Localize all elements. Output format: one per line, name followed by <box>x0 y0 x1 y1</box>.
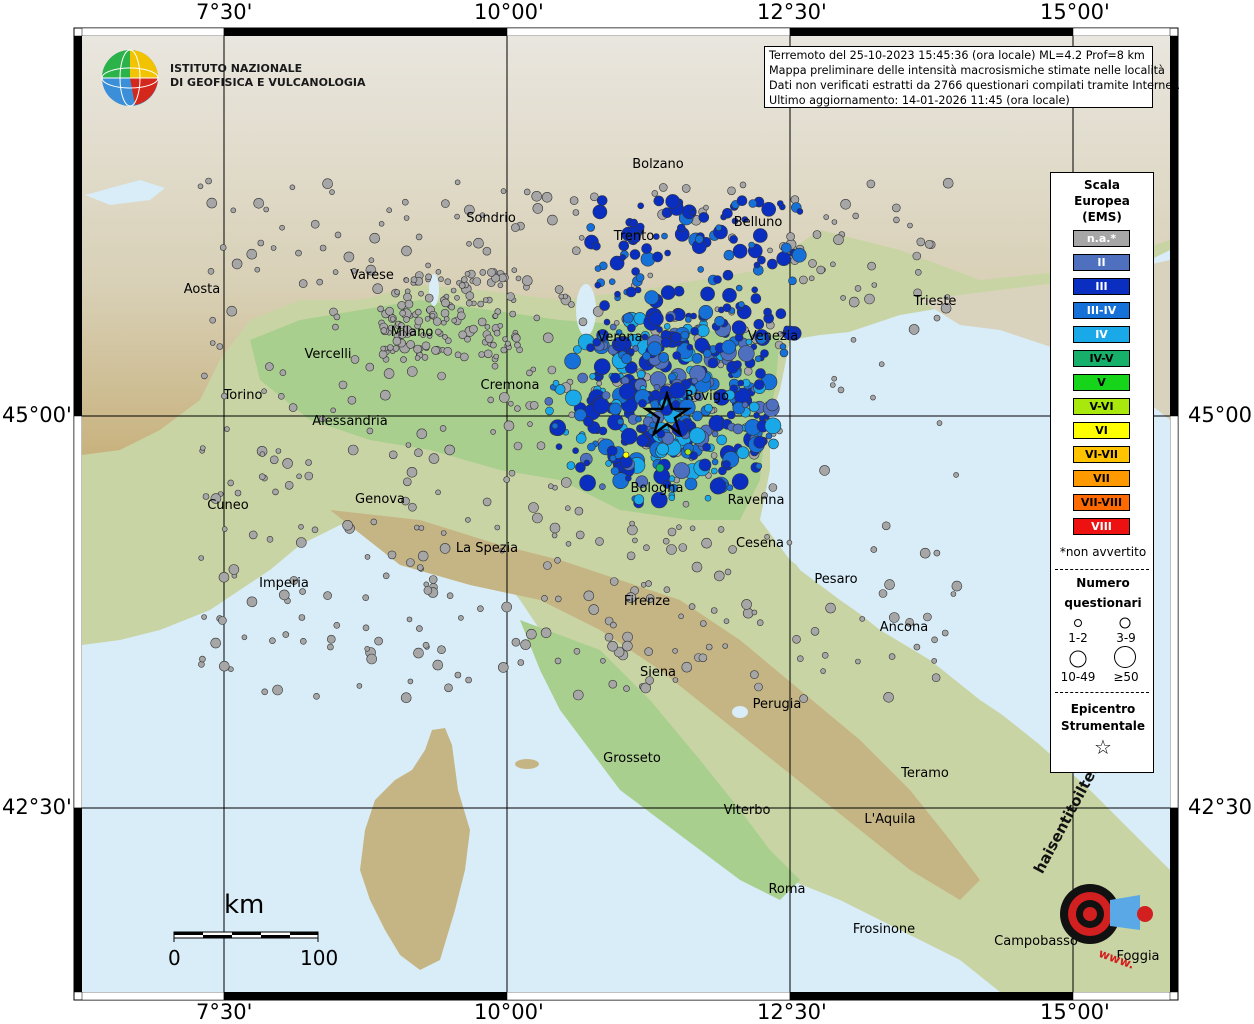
legend-title-3: (EMS) <box>1082 210 1122 224</box>
intensity-swatch: VIII <box>1073 518 1130 535</box>
intensity-swatch: V <box>1073 374 1130 391</box>
city-label: Roma <box>768 882 805 897</box>
city-label: Genova <box>355 492 405 507</box>
city-label: Siena <box>640 665 676 680</box>
count-range-4: ≥50 <box>1113 670 1139 684</box>
city-label: Frosinone <box>853 922 915 937</box>
star-icon: ☆ <box>1094 735 1112 759</box>
count-range-1: 1-2 <box>1068 631 1088 645</box>
coord-left-1: 45°00' <box>2 403 72 427</box>
epicenter-title-2: Strumentale <box>1060 719 1146 733</box>
event-line: Terremoto del 25-10-2023 15:45:36 (ora l… <box>769 49 1145 62</box>
intensity-swatch: II <box>1073 254 1130 271</box>
city-label: Varese <box>350 268 394 283</box>
ingv-logo <box>101 49 159 107</box>
last-update: Ultimo aggiornamento: 14-01-2026 11:45 (… <box>769 94 1070 107</box>
legend-divider <box>1055 569 1149 570</box>
city-label: Sondrio <box>466 211 516 226</box>
city-label: Trieste <box>913 294 957 309</box>
city-label: Aosta <box>184 282 220 297</box>
city-label: Verona <box>597 330 642 345</box>
count-title-1: Numero <box>1076 576 1130 590</box>
coord-top-2: 10°00' <box>474 0 544 24</box>
map-description: Mappa preliminare delle intensità macros… <box>769 64 1165 77</box>
coord-bottom-3: 12°30' <box>757 1000 827 1024</box>
count-title-2: questionari <box>1064 596 1142 610</box>
coord-left-2: 42°30' <box>2 795 72 819</box>
event-info-box: Terremoto del 25-10-2023 15:45:36 (ora l… <box>764 46 1181 108</box>
coord-bottom-2: 10°00' <box>474 1000 544 1024</box>
city-label: L'Aquila <box>864 812 915 827</box>
coord-bottom-4: 15°00' <box>1040 1000 1110 1024</box>
intensity-swatch: VI <box>1073 422 1130 439</box>
city-label: Ravenna <box>728 493 785 508</box>
coord-bottom-1: 7°30' <box>196 1000 253 1024</box>
city-label: Belluno <box>734 215 783 230</box>
city-label: Alessandria <box>312 414 387 429</box>
scale-unit: km <box>224 890 265 920</box>
legend: Scala Europea (EMS) n.a.* II III III-IV IV IV… <box>1050 172 1154 773</box>
city-label: Teramo <box>900 766 949 781</box>
city-label: Campobasso <box>994 934 1078 949</box>
intensity-swatch: V-VI <box>1073 398 1130 415</box>
city-label: Cuneo <box>207 498 249 513</box>
city-label: Firenze <box>624 594 670 609</box>
coord-right-1: 45°00' <box>1188 403 1254 427</box>
intensity-swatch: VI-VII <box>1073 446 1130 463</box>
city-label: Venezia <box>748 329 799 344</box>
intensity-swatch: III <box>1073 278 1130 295</box>
city-label: Rovigo <box>685 389 729 404</box>
legend-title-2: Europea <box>1074 194 1130 208</box>
intensity-swatch: IV-V <box>1073 350 1130 367</box>
coord-right-2: 42°30' <box>1188 795 1254 819</box>
city-label: Pesaro <box>814 572 857 587</box>
scale-max: 100 <box>300 946 339 970</box>
intensity-swatch: n.a.* <box>1073 230 1130 247</box>
data-note: Dati non verificati estratti da 2766 que… <box>769 79 1181 92</box>
city-label: Vercelli <box>305 347 352 362</box>
city-label: Bologna <box>631 481 684 496</box>
intensity-swatch: IV <box>1073 326 1130 343</box>
coord-top-3: 12°30' <box>757 0 827 24</box>
city-label: La Spezia <box>456 541 518 556</box>
count-range-3: 10-49 <box>1060 670 1096 684</box>
ingv-name: ISTITUTO NAZIONALE DI GEOFISICA E VULCAN… <box>170 62 366 89</box>
count-range-2: 3-9 <box>1116 631 1136 645</box>
city-label: Ancona <box>880 620 928 635</box>
city-label: Cremona <box>481 378 540 393</box>
city-label: Viterbo <box>724 803 771 818</box>
city-label: Perugia <box>753 697 802 712</box>
not-felt-note: *non avvertito <box>1059 545 1147 559</box>
city-label: Trento <box>613 229 654 244</box>
legend-divider <box>1055 692 1149 693</box>
legend-title-1: Scala <box>1083 178 1121 192</box>
scale-min: 0 <box>168 946 181 970</box>
intensity-swatch: VII <box>1073 470 1130 487</box>
city-label: Milano <box>391 325 434 340</box>
coord-top-4: 15°00' <box>1040 0 1110 24</box>
epicenter-title-1: Epicentro <box>1070 702 1136 716</box>
intensity-swatch: VII-VIII <box>1073 494 1130 511</box>
city-label: Cesena <box>736 536 784 551</box>
intensity-swatch: III-IV <box>1073 302 1130 319</box>
city-label: Grosseto <box>603 751 661 766</box>
city-label: Imperia <box>259 576 309 591</box>
city-label: Torino <box>223 388 263 403</box>
coord-top-1: 7°30' <box>196 0 253 24</box>
city-label: Bolzano <box>632 157 684 172</box>
